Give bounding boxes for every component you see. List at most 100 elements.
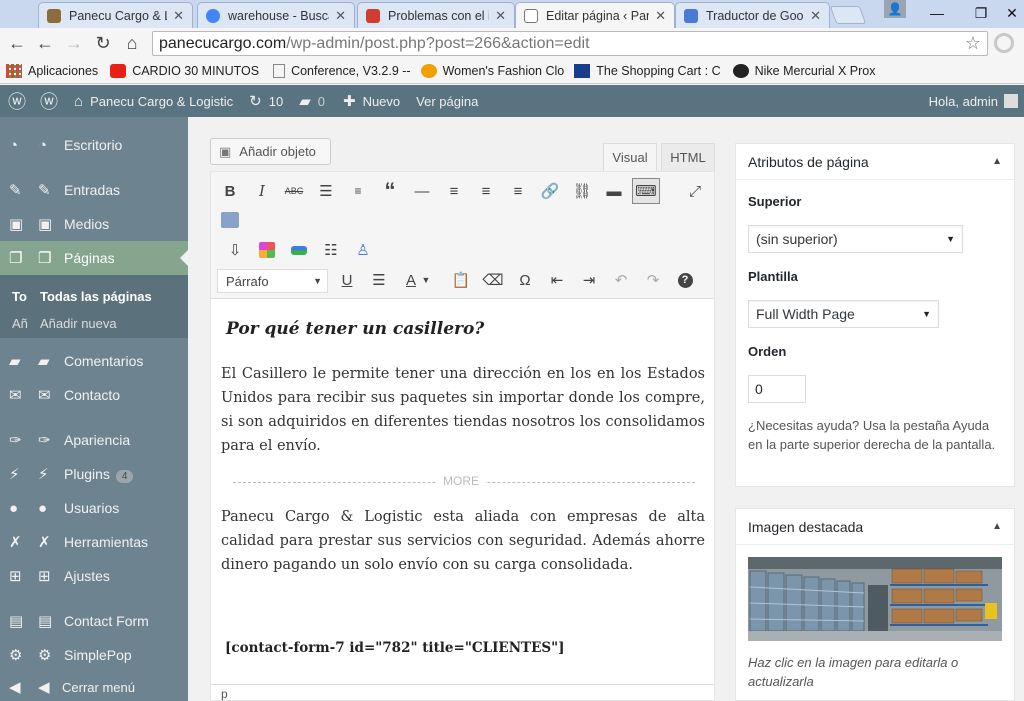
bullet-list-icon[interactable]: ☰ [312,178,340,204]
close-tab-icon[interactable]: ✕ [810,8,821,24]
bookmark-star-icon[interactable]: ☆ [965,33,981,54]
download-icon[interactable]: ⇩ [221,237,249,263]
strikethrough-icon[interactable]: ABC [280,178,308,204]
submenu-item-all-pages[interactable]: To Todas las páginas [12,289,152,304]
forward-arrow-icon[interactable]: → [63,32,85,54]
sidebar-item-herramientas[interactable]: ✗ ✗ Herramientas [0,525,188,559]
read-more-icon[interactable]: ▬ [600,178,628,204]
wordpress-logo-icon-2[interactable]: ⓦ [40,88,58,114]
submenu-item-add-new[interactable]: Añ Añadir nueva [12,316,117,331]
fullscreen-icon[interactable]: ⤢ [681,178,709,204]
outdent-icon[interactable]: ⇤ [543,267,571,293]
close-tab-icon[interactable]: ✕ [335,8,346,24]
bookmark-nike[interactable]: Nike Mercurial X Prox [732,63,875,78]
extra-toolbar-icon[interactable] [216,207,244,233]
sidebar-item-escritorio[interactable]: ◔ ◔ Escritorio [0,128,188,162]
bookmark-conference[interactable]: Conference, V3.2.9 -- [273,63,411,78]
view-page-link[interactable]: Ver página [416,94,478,109]
add-media-button[interactable]: ▣ Añadir objeto [210,138,331,165]
sidebar-item-apariencia[interactable]: ✑ ✑ Apariencia [0,423,188,457]
bookmark-fashion[interactable]: Women's Fashion Clo [420,63,564,78]
close-tab-icon[interactable]: ✕ [655,8,666,24]
sidebar-item-entradas[interactable]: ✎ ✎ Entradas [0,173,188,207]
buttons-icon[interactable] [285,237,313,263]
tab-visual[interactable]: Visual [603,143,657,171]
order-input[interactable]: 0 [748,375,806,403]
sidebar-item-plugins[interactable]: ⚡ ⚡ Plugins 4 [0,457,188,491]
align-right-icon[interactable]: ≡ [504,178,532,204]
unlink-icon[interactable]: ⛓ [568,178,596,204]
template-select[interactable]: Full Width Page ▼ [748,300,939,328]
sidebar-item-ajustes[interactable]: ⊞ ⊞ Ajustes [0,559,188,593]
restore-icon[interactable]: ❐ [959,0,1003,26]
back-button-icon[interactable]: ← [34,32,56,54]
site-name-link[interactable]: ⌂ Panecu Cargo & Logistic [74,93,233,110]
sidebar-item-medios[interactable]: ▣ ▣ Medios [0,207,188,241]
featured-image-header[interactable]: Imagen destacada ▲ [736,509,1014,545]
redo-icon[interactable]: ↷ [639,267,667,293]
sidebar-item-comentarios[interactable]: ▰ ▰ Comentarios [0,344,188,378]
sidebar-collapse-menu[interactable]: ◀ ◀ Cerrar menú [0,673,188,701]
sidebar-item-contacto[interactable]: ✉ ✉ Contacto [0,378,188,412]
extension-icon[interactable] [994,33,1014,53]
my-account-link[interactable]: Hola, admin [929,94,1018,109]
undo-icon[interactable]: ↶ [607,267,635,293]
bold-icon[interactable]: B [216,178,244,204]
back-arrow-icon[interactable]: ← [6,32,28,54]
featured-image-thumbnail[interactable] [748,557,1002,641]
sidebar-item-simplepop[interactable]: ⚙ ⚙ SimplePop [0,638,188,672]
user-shortcode-icon[interactable]: ♙ [349,237,377,263]
table-icon[interactable]: ☷ [317,237,345,263]
comments-link[interactable]: ▰ 0 [299,92,325,110]
gear-icon: ⚙ [38,647,52,664]
indent-icon[interactable]: ⇥ [575,267,603,293]
toolbar-toggle-icon[interactable]: ⌨ [632,178,660,204]
close-window-icon[interactable]: ✕ [1000,0,1024,26]
justify-icon[interactable]: ☰ [365,267,393,293]
italic-icon[interactable]: I [248,178,276,204]
collapse-arrow-icon[interactable]: ▲ [992,156,1002,167]
numbered-list-icon[interactable]: ≡ [344,178,372,204]
new-content-link[interactable]: ✚ Nuevo [343,92,400,110]
minimize-icon[interactable]: — [915,0,959,26]
special-character-icon[interactable]: Ω [511,267,539,293]
link-icon[interactable]: 🔗 [536,178,564,204]
profile-icon[interactable]: 👤 [884,0,906,18]
reload-icon[interactable]: ↻ [92,32,114,54]
align-left-icon[interactable]: ≡ [440,178,468,204]
address-bar[interactable]: panecucargo.com/wp-admin/post.php?post=2… [152,31,988,56]
warehouse-image [748,557,1002,641]
paste-text-icon[interactable]: 📋 [447,267,475,293]
updates-link[interactable]: ↻ 10 [249,92,283,110]
parent-select[interactable]: (sin superior) ▼ [748,225,963,253]
browser-tab-active[interactable]: Editar página ‹ Pane ✕ [515,2,675,28]
wordpress-logo-icon[interactable]: ⓦ [8,88,26,114]
collapse-arrow-icon[interactable]: ▲ [992,521,1002,532]
format-select[interactable]: Párrafo ▼ [217,269,328,293]
bookmark-apps[interactable]: Aplicaciones [6,63,98,78]
new-tab-button[interactable] [829,6,867,24]
tab-html[interactable]: HTML [661,143,715,171]
chevron-down-icon: ▼ [313,276,322,286]
bookmark-shopping-cart[interactable]: The Shopping Cart : C [574,63,721,78]
close-tab-icon[interactable]: ✕ [495,8,506,24]
eraser-icon[interactable]: ⌫ [479,267,507,293]
bookmark-cardio[interactable]: CARDIO 30 MINUTOS [110,63,259,78]
home-icon[interactable]: ⌂ [121,32,143,54]
colors-grid-icon[interactable] [253,237,281,263]
underline-icon[interactable]: U [333,267,361,293]
sidebar-item-contact-form[interactable]: ▤ ▤ Contact Form [0,604,188,638]
help-icon[interactable]: ? [671,267,699,293]
browser-tab-3[interactable]: Problemas con el in ✕ [357,2,515,28]
browser-tab-2[interactable]: warehouse - Buscar ✕ [197,2,355,28]
browser-tab-5[interactable]: Traductor de Googl ✕ [675,2,830,28]
align-center-icon[interactable]: ≡ [472,178,500,204]
sidebar-item-usuarios[interactable]: ● ● Usuarios [0,491,188,525]
close-tab-icon[interactable]: ✕ [173,8,184,24]
chevron-down-icon[interactable]: ▼ [419,267,433,293]
horizontal-line-icon[interactable]: — [408,178,436,204]
browser-tab-1[interactable]: Panecu Cargo & Lo ✕ [38,2,193,28]
blockquote-icon[interactable]: “ [376,178,404,204]
page-attributes-header[interactable]: Atributos de página ▲ [736,144,1014,180]
sidebar-item-paginas[interactable]: ❐ ❐ Páginas [0,241,188,275]
